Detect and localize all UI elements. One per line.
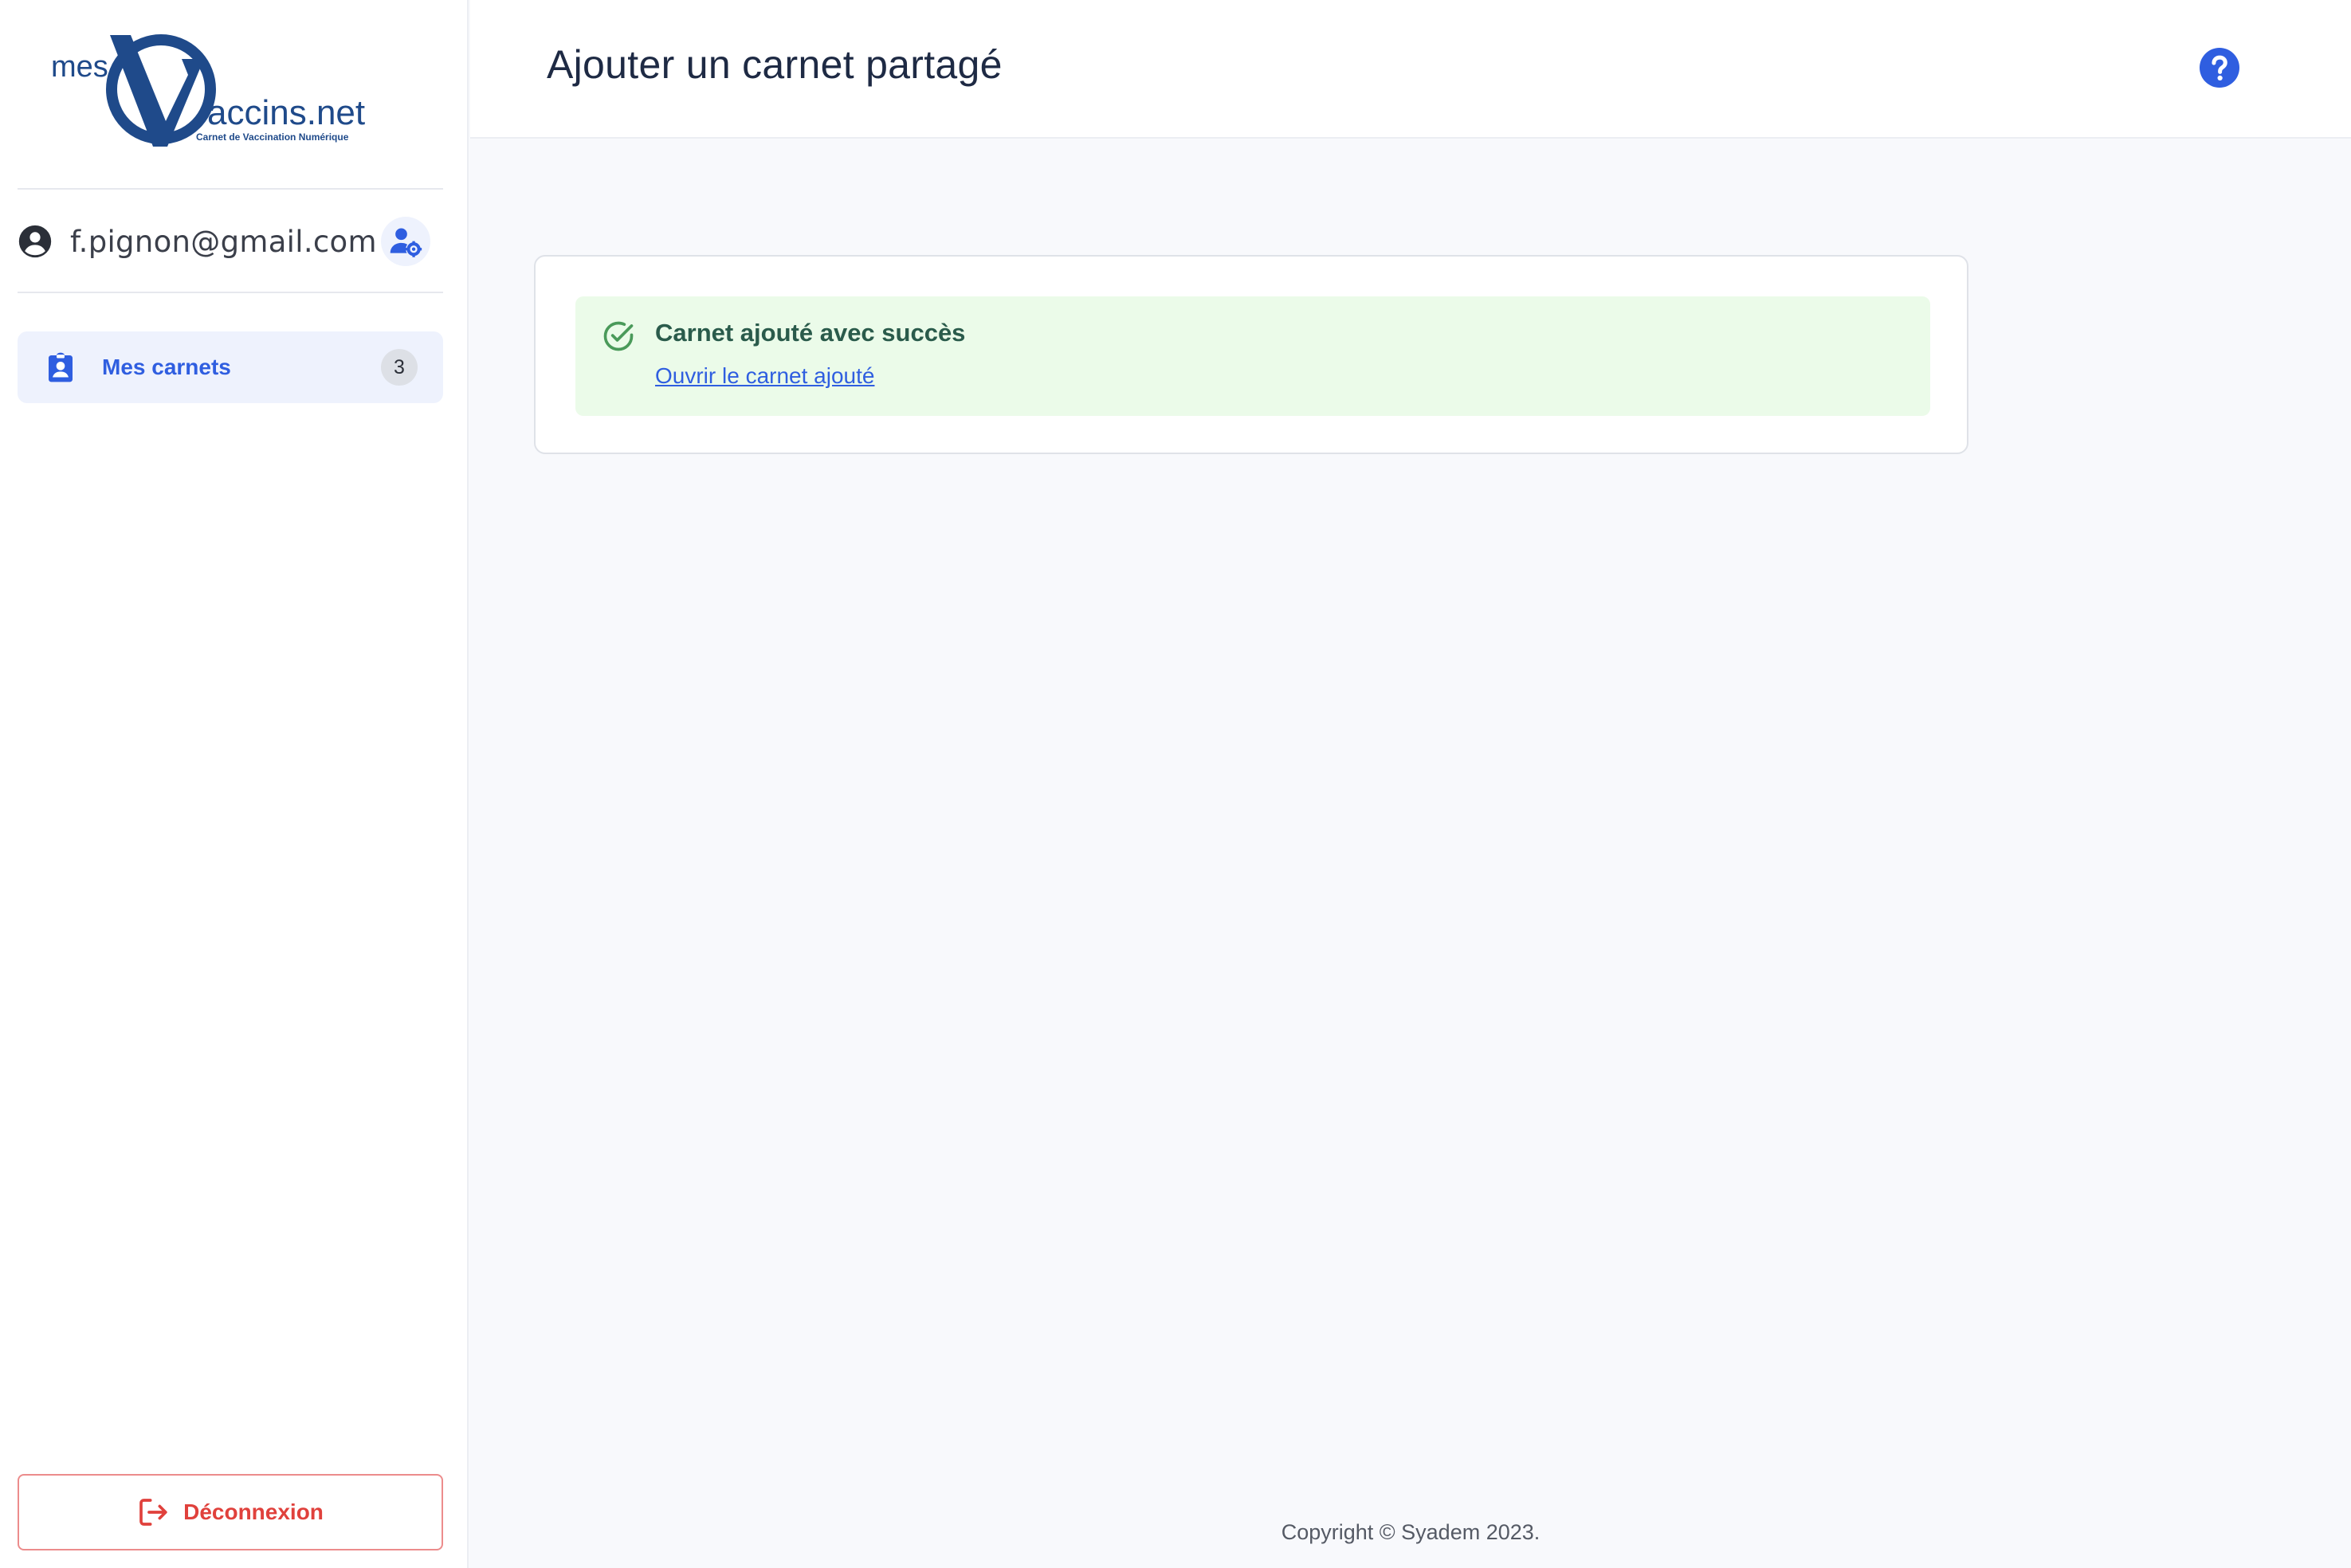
content-card: Carnet ajouté avec succès Ouvrir le carn…	[534, 255, 1968, 454]
help-button[interactable]	[2200, 48, 2239, 88]
sidebar-divider-top	[18, 188, 443, 190]
logo[interactable]: mes accins.net Carnet de Vaccination Num…	[48, 27, 383, 155]
alert-title: Carnet ajouté avec succès	[655, 319, 966, 347]
check-circle-icon	[601, 319, 636, 354]
user-circle-icon	[18, 224, 53, 259]
success-alert: Carnet ajouté avec succès Ouvrir le carn…	[575, 296, 1930, 416]
logo-main: accins.net	[207, 93, 365, 132]
page-title: Ajouter un carnet partagé	[547, 42, 1003, 87]
sidebar-item-label: Mes carnets	[102, 355, 231, 379]
app-root: mes accins.net Carnet de Vaccination Num…	[0, 0, 2351, 1568]
sidebar-divider-user	[18, 292, 443, 293]
sidebar: mes accins.net Carnet de Vaccination Num…	[0, 0, 469, 1568]
logout-label: Déconnexion	[183, 1499, 324, 1524]
logo-icon: mes accins.net Carnet de Vaccination Num…	[51, 34, 365, 147]
logout-button[interactable]: Déconnexion	[18, 1474, 443, 1550]
logout-icon	[139, 1499, 167, 1526]
footer-copyright: Copyright © Syadem 2023.	[1281, 1520, 1541, 1544]
user-cog-icon	[390, 228, 422, 257]
clipboard-user-icon	[45, 351, 77, 383]
logo-prefix: mes	[51, 50, 108, 84]
open-added-carnet-link[interactable]: Ouvrir le carnet ajouté	[655, 363, 874, 389]
count-badge: 3	[381, 349, 418, 386]
user-settings-button[interactable]	[381, 217, 430, 266]
user-row: f.pignon@gmail.com	[18, 214, 443, 269]
sidebar-item-mes-carnets[interactable]: Mes carnets 3	[18, 331, 443, 403]
logo-tagline: Carnet de Vaccination Numérique	[196, 131, 349, 143]
user-email: f.pignon@gmail.com	[70, 224, 377, 259]
question-circle-icon	[2200, 48, 2239, 88]
page-header: Ajouter un carnet partagé	[470, 0, 2351, 139]
